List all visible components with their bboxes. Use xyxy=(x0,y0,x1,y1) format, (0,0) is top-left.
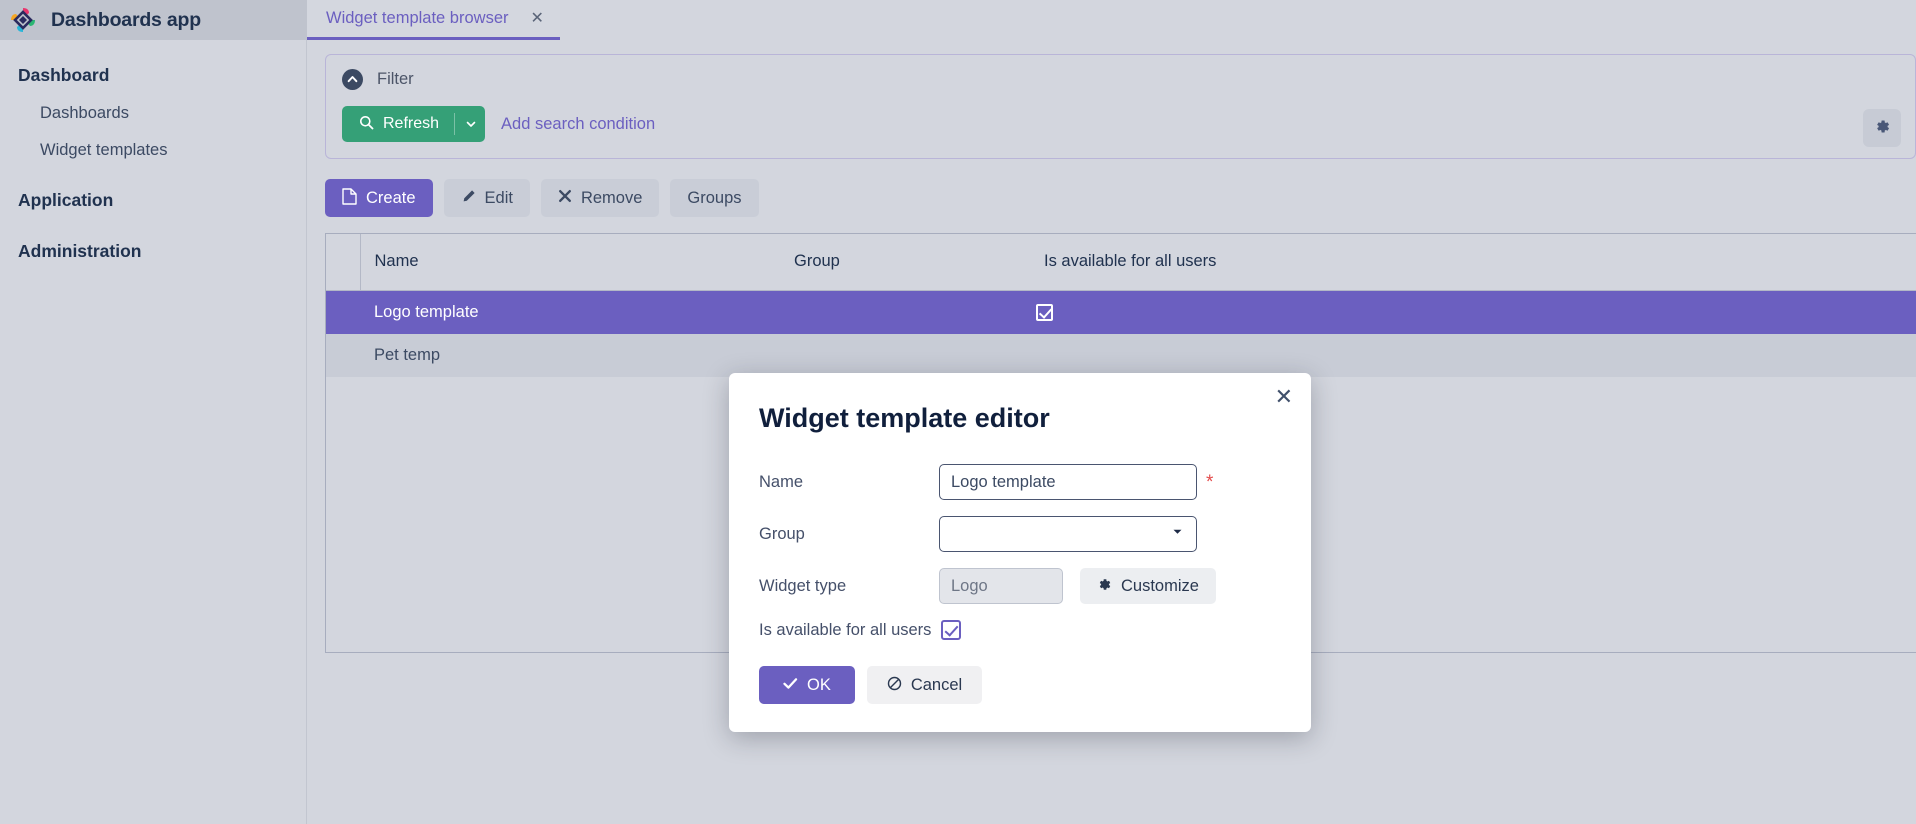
cancel-button[interactable]: Cancel xyxy=(866,666,983,704)
create-button[interactable]: Create xyxy=(325,179,433,217)
group-label: Group xyxy=(759,524,805,543)
table-header-available[interactable]: Is available for all users xyxy=(1030,234,1916,291)
row-available-cell xyxy=(1030,334,1916,377)
row-group xyxy=(780,290,1030,334)
table-row[interactable]: Logo template xyxy=(326,290,1916,334)
gear-icon xyxy=(1874,118,1891,138)
filter-label: Filter xyxy=(377,70,414,88)
ban-icon xyxy=(887,676,902,695)
dialog-title: Widget template editor xyxy=(759,403,1050,433)
chevron-up-icon[interactable] xyxy=(342,69,363,90)
app-brand: Dashboards app xyxy=(0,0,307,40)
row-name: Pet temp xyxy=(374,345,441,364)
sidebar-group-application[interactable]: Application xyxy=(0,181,306,220)
gear-icon xyxy=(1097,577,1112,596)
widget-template-editor-dialog: ✕ Widget template editor Name * Group Wi… xyxy=(729,373,1311,732)
groups-button[interactable]: Groups xyxy=(670,179,759,217)
row-name: Logo template xyxy=(374,302,479,321)
available-field-row: Is available for all users xyxy=(759,620,1281,640)
table-header-group[interactable]: Group xyxy=(780,234,1030,291)
top-strip: Dashboards app Widget template browser ✕ xyxy=(0,0,1916,40)
edit-label: Edit xyxy=(484,188,513,207)
widget-type-field-row: Widget type Logo Customize xyxy=(759,568,1281,604)
customize-label: Customize xyxy=(1121,576,1199,595)
dialog-actions: OK Cancel xyxy=(759,666,1281,704)
refresh-label: Refresh xyxy=(383,115,440,132)
cross-icon xyxy=(558,189,572,207)
customize-button[interactable]: Customize xyxy=(1080,568,1216,604)
sidebar-item-widget-templates[interactable]: Widget templates xyxy=(0,132,306,169)
close-icon[interactable]: ✕ xyxy=(531,10,544,27)
row-group xyxy=(780,334,1030,377)
close-icon[interactable]: ✕ xyxy=(1275,386,1293,408)
groups-label: Groups xyxy=(687,188,742,207)
remove-label: Remove xyxy=(580,188,643,207)
diamond-logo-icon xyxy=(8,5,38,35)
file-icon xyxy=(342,188,357,209)
name-input[interactable] xyxy=(939,464,1197,500)
filter-header: Filter xyxy=(342,69,1899,90)
row-handle xyxy=(326,334,360,377)
row-handle xyxy=(326,290,360,334)
tab-label: Widget template browser xyxy=(326,9,509,27)
ok-button[interactable]: OK xyxy=(759,666,855,704)
group-select[interactable] xyxy=(939,516,1197,552)
add-search-condition-link[interactable]: Add search condition xyxy=(501,115,655,134)
filter-panel: Filter Refresh Add search condition xyxy=(325,54,1916,159)
table-header-row: Name Group Is available for all users xyxy=(326,234,1916,291)
filter-settings-button[interactable] xyxy=(1863,108,1901,147)
tab-widget-template-browser[interactable]: Widget template browser ✕ xyxy=(307,0,560,40)
search-icon xyxy=(359,115,374,134)
available-checkbox[interactable] xyxy=(941,620,962,640)
pencil-icon xyxy=(461,189,476,208)
filter-actions: Refresh Add search condition xyxy=(342,106,1899,142)
refresh-button[interactable]: Refresh xyxy=(342,106,486,142)
sidebar-item-dashboards[interactable]: Dashboards xyxy=(0,95,306,132)
edit-button[interactable]: Edit xyxy=(443,179,530,217)
widget-type-value: Logo xyxy=(939,568,1063,604)
table-header-name[interactable]: Name xyxy=(360,234,780,291)
ok-label: OK xyxy=(807,675,831,694)
sidebar: Dashboard Dashboards Widget templates Ap… xyxy=(0,40,307,824)
group-field-row: Group xyxy=(759,516,1281,552)
sidebar-group-dashboard: Dashboard xyxy=(18,65,110,85)
checkbox-checked-icon[interactable] xyxy=(1036,303,1053,321)
remove-button[interactable]: Remove xyxy=(540,179,660,217)
name-label: Name xyxy=(759,472,804,491)
chevron-down-icon xyxy=(1171,525,1184,543)
sidebar-group-administration[interactable]: Administration xyxy=(0,232,306,271)
chevron-down-icon[interactable] xyxy=(454,113,477,135)
tab-bar: Widget template browser ✕ xyxy=(307,0,1916,40)
record-toolbar: Create Edit Remove Groups xyxy=(325,179,1916,217)
check-icon xyxy=(783,677,798,694)
required-marker: * xyxy=(1206,471,1214,493)
table-row[interactable]: Pet temp xyxy=(326,333,1916,377)
cancel-label: Cancel xyxy=(910,675,963,694)
row-available-cell xyxy=(1030,290,1916,334)
app-title: Dashboards app xyxy=(51,8,201,31)
name-field-row: Name * xyxy=(759,464,1281,500)
create-label: Create xyxy=(366,188,416,207)
widget-type-label: Widget type xyxy=(759,576,847,595)
table-header-handle xyxy=(326,234,361,291)
available-label: Is available for all users xyxy=(759,620,932,639)
